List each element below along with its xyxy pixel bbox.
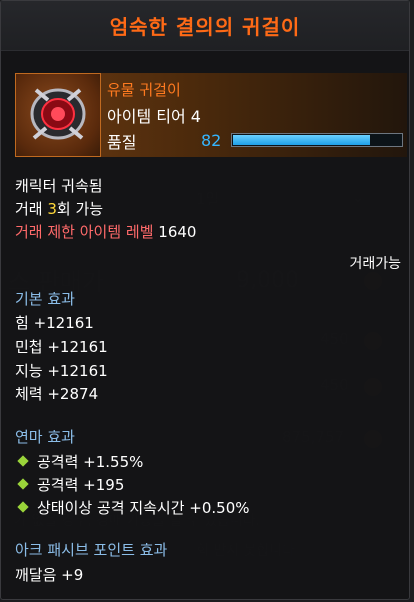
trade-level-label: 거래 제한 아이템 레벨 <box>15 223 154 241</box>
trade-count-value: 3 <box>47 200 57 218</box>
refine-effect: 공격력 +1.55% <box>37 453 144 471</box>
item-tier: 아이템 티어 4 <box>107 107 201 126</box>
refine-effect-row: 상태이상 공격 지속시간 +0.50% <box>15 497 250 518</box>
binding-status: 캐릭터 귀속됨 <box>15 177 103 195</box>
refine-effect: 상태이상 공격 지속시간 +0.50% <box>37 499 250 517</box>
ark-passive-title: 아크 패시브 포인트 효과 <box>15 541 168 559</box>
trade-level-limit: 거래 제한 아이템 레벨 1640 <box>15 221 196 242</box>
bullet-icon <box>17 478 29 490</box>
trade-count: 거래 3회 가능 <box>15 198 103 219</box>
stat-vitality: 체력 +2874 <box>15 385 99 403</box>
ark-passive-value: 깨달음 +9 <box>15 566 84 584</box>
base-effect-title: 기본 효과 <box>15 290 75 308</box>
quality-bar <box>231 133 403 147</box>
quality-value: 82 <box>201 131 222 150</box>
item-summary: 유물 귀걸이 아이템 티어 4 품질 82 <box>15 73 407 157</box>
refine-effect-row: 공격력 +195 <box>15 474 124 495</box>
item-name: 엄숙한 결의의 귀걸이 <box>109 15 301 39</box>
trade-suffix: 회 가능 <box>56 200 104 218</box>
bullet-icon <box>17 501 29 513</box>
trade-level-value: 1640 <box>158 223 197 241</box>
refine-effect-row: 공격력 +1.55% <box>15 451 143 472</box>
quality-label: 품질 <box>107 133 137 152</box>
item-grade: 유물 귀걸이 <box>107 81 181 99</box>
quality-bar-fill <box>233 135 371 145</box>
tooltip-header: 엄숙한 결의의 귀걸이 <box>1 1 409 51</box>
stat-intelligence: 지능 +12161 <box>15 362 108 380</box>
stat-strength: 힘 +12161 <box>15 314 94 332</box>
refine-effect-title: 연마 효과 <box>15 428 75 446</box>
bullet-icon <box>17 455 29 467</box>
stat-dexterity: 민첩 +12161 <box>15 338 108 356</box>
item-tooltip: 엄숙한 결의의 귀걸이 유물 귀걸이 아이템 티어 4 품질 82 캐릭터 귀속… <box>0 0 410 600</box>
trade-prefix: 거래 <box>15 200 48 218</box>
refine-effect: 공격력 +195 <box>37 476 125 494</box>
earring-icon <box>15 73 101 157</box>
tradeable-label: 거래가능 <box>349 256 401 272</box>
